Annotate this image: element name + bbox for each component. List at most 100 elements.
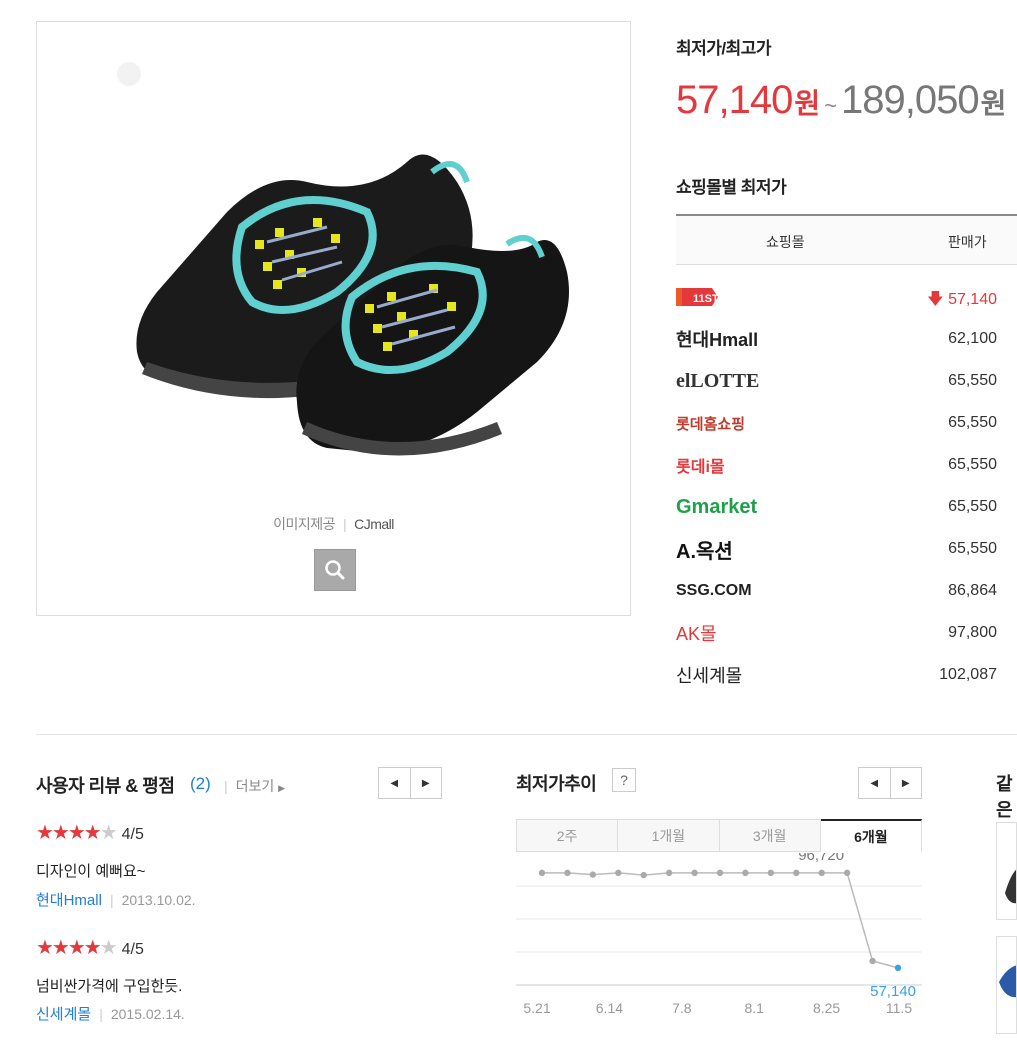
column-header-mall: 쇼핑몰 [766, 234, 805, 250]
data-point [818, 869, 825, 877]
x-tick-label: 8.1 [744, 1000, 764, 1016]
tab-1month[interactable]: 1개월 [618, 819, 720, 852]
review-score: 4/5 [121, 941, 144, 958]
image-credit-label: 이미지제공 [273, 516, 335, 532]
reviews-count[interactable]: (2) [190, 774, 211, 794]
mall-row-akmall[interactable]: AK몰 97,800 [676, 612, 1017, 654]
mall-row-lotte-homeshopping[interactable]: 롯데홈쇼핑 65,550 [676, 402, 1017, 444]
search-icon [325, 560, 345, 580]
caret-right-icon: ▶ [901, 777, 910, 789]
data-point [843, 869, 851, 877]
mall-logo-ssg: SSG.COM [676, 582, 752, 599]
review-date: 2015.02.14. [110, 1006, 185, 1022]
caret-left-icon: ◀ [390, 777, 399, 789]
review-source[interactable]: 현대Hmall [36, 892, 102, 909]
data-point [589, 871, 597, 878]
mall-row-hmall[interactable]: 현대Hmall 62,100 [676, 318, 1017, 360]
related-product-thumb[interactable] [996, 936, 1017, 1034]
table-header: 쇼핑몰 판매가 [676, 216, 1017, 265]
mall-row-11st[interactable]: 11ST 🡇 57,140 [676, 276, 1017, 318]
related-product-image [999, 965, 1016, 998]
data-label: 96,720 [798, 853, 844, 864]
review-text: 디자인이 예뻐요~ [36, 863, 146, 880]
help-button[interactable]: ? [612, 768, 636, 792]
next-button[interactable]: ▶ [891, 768, 922, 798]
caret-right-icon: ▶ [421, 777, 430, 789]
data-point-latest [894, 964, 902, 972]
mall-logo-hmall: 현대Hmall [676, 330, 759, 350]
reviews-more-link[interactable]: | 더보기 ▶ [224, 776, 285, 796]
separator: | [342, 516, 347, 532]
review-source[interactable]: 신세계몰 [36, 1006, 91, 1023]
data-point [564, 869, 571, 877]
data-point [538, 869, 546, 877]
review-text: 넘비싼가격에 구입한듯. [36, 978, 183, 995]
mall-logo-lotte-homeshopping: 롯데홈쇼핑 [676, 415, 746, 433]
related-product-thumb[interactable] [996, 822, 1017, 920]
separator: | [99, 1006, 103, 1022]
next-button[interactable]: ▶ [411, 768, 442, 798]
mall-row-ellotte[interactable]: elLOTTE 65,550 [676, 360, 1017, 402]
data-point [615, 869, 622, 877]
mall-lowest-price-label: 쇼핑몰별 최저가 [676, 178, 787, 197]
mall-logo-akmall: AK몰 [676, 624, 717, 644]
mall-row-shinsegae[interactable]: 신세계몰 102,087 [676, 654, 1017, 696]
data-point [640, 871, 647, 879]
mall-row-ssg[interactable]: SSG.COM 86,864 [676, 570, 1017, 612]
tab-2weeks[interactable]: 2주 [516, 819, 619, 852]
zoom-button[interactable] [314, 549, 356, 591]
tab-6months[interactable]: 6개월 [820, 819, 922, 852]
prev-button[interactable]: ◀ [859, 768, 891, 798]
mall-logo-ellotte: elLOTTE [676, 369, 760, 392]
star-rating-icon: ★★★★★ [36, 822, 118, 844]
review-meta: 신세계몰 | 2015.02.14. [36, 1003, 185, 1024]
mall-logo-auction: A.옥션 [676, 540, 733, 563]
currency-unit: 원 [794, 88, 821, 119]
lowest-price: 57,140 [676, 78, 793, 122]
image-credit-source: CJmall [354, 516, 394, 532]
data-point [767, 869, 775, 877]
mall-price: 97,800 [948, 624, 997, 641]
separator: | [109, 892, 114, 908]
column-header-price: 판매가 [948, 234, 987, 250]
price-trend-chart: 96,720 57,140 5.21 6.14 7.8 8.1 8.25 11.5 [516, 853, 922, 1016]
review-rating: ★★★★★ 4/5 [36, 820, 144, 845]
mall-row-gmarket[interactable]: Gmarket 65,550 [676, 486, 1017, 528]
data-point [665, 869, 673, 877]
mall-price: 🡇 57,140 [927, 288, 997, 315]
mall-price: 65,550 [948, 498, 997, 515]
x-tick-label: 11.5 [886, 1000, 912, 1016]
data-point [869, 957, 876, 965]
mall-row-lotte-imall[interactable]: 롯데i몰 65,550 [676, 444, 1017, 486]
currency-unit: 원 [980, 88, 1007, 119]
x-tick-label: 7.8 [672, 1000, 692, 1016]
mall-logo-shinsegae: 신세계몰 [676, 666, 743, 686]
prev-button[interactable]: ◀ [379, 768, 411, 798]
arrow-down-icon: 🡇 [927, 291, 944, 308]
data-point [793, 869, 800, 877]
data-point [742, 869, 749, 877]
caret-left-icon: ◀ [870, 777, 879, 789]
period-tabs: 2주 1개월 3개월 6개월 [516, 819, 922, 853]
mall-price: 65,550 [948, 414, 997, 431]
svg-text:11ST: 11ST [693, 293, 718, 305]
range-tilde: ~ [824, 93, 837, 118]
review-date: 2013.10.02. [121, 892, 196, 908]
separator: | [224, 778, 228, 794]
reviews-pager: ◀ ▶ [378, 767, 442, 799]
review-rating: ★★★★★ 4/5 [36, 935, 144, 960]
x-tick-label: 5.21 [523, 1000, 550, 1016]
section-divider [36, 734, 1017, 735]
reviews-title: 사용자 리뷰 & 평점 [36, 776, 175, 796]
mall-row-auction[interactable]: A.옥션 65,550 [676, 528, 1017, 570]
mall-price: 102,087 [939, 666, 997, 683]
mall-price-value: 57,140 [948, 291, 997, 308]
tab-3months[interactable]: 3개월 [719, 819, 821, 852]
review-meta: 현대Hmall | 2013.10.02. [36, 889, 196, 910]
data-point [691, 869, 698, 877]
x-tick-label: 6.14 [596, 1000, 623, 1016]
mall-logo-lotte-imall: 롯데i몰 [676, 459, 725, 476]
data-label: 57,140 [870, 983, 916, 1000]
highest-price: 189,050 [840, 78, 980, 122]
mall-logo-11st: 11ST [676, 284, 718, 310]
